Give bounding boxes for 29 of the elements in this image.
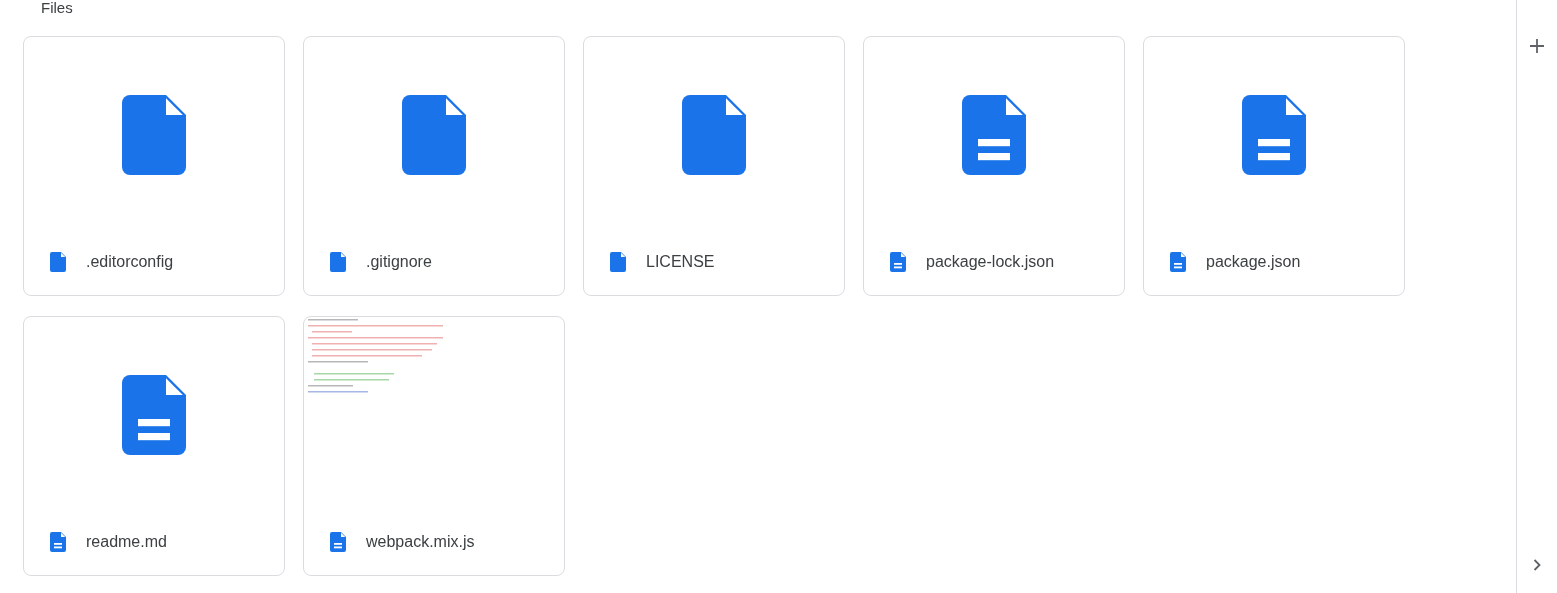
file-card[interactable]: readme.md [23,316,285,576]
file-name: package.json [1206,253,1301,271]
document-icon [962,95,1026,175]
file-name: .editorconfig [86,253,174,271]
file-card[interactable]: .gitignore [303,36,565,296]
file-icon [402,95,466,175]
file-icon [682,95,746,175]
file-name: .gitignore [366,253,432,271]
document-icon [890,252,906,272]
file-name: webpack.mix.js [366,533,475,551]
file-icon [330,252,346,272]
file-card[interactable]: LICENSE [583,36,845,296]
file-icon [610,252,626,272]
add-icon[interactable] [1527,36,1547,56]
file-name: readme.md [86,533,167,551]
document-icon [330,532,346,552]
file-name: LICENSE [646,253,715,271]
document-icon [50,532,66,552]
file-card[interactable]: webpack.mix.js [303,316,565,576]
file-icon [122,95,186,175]
section-title: Files [41,0,74,18]
file-card[interactable]: .editorconfig [23,36,285,296]
file-card[interactable]: package-lock.json [863,36,1125,296]
document-icon [122,375,186,455]
document-icon [1242,95,1306,175]
document-icon [1170,252,1186,272]
file-icon [50,252,66,272]
file-name: package-lock.json [926,253,1055,271]
file-card[interactable]: package.json [1143,36,1405,296]
